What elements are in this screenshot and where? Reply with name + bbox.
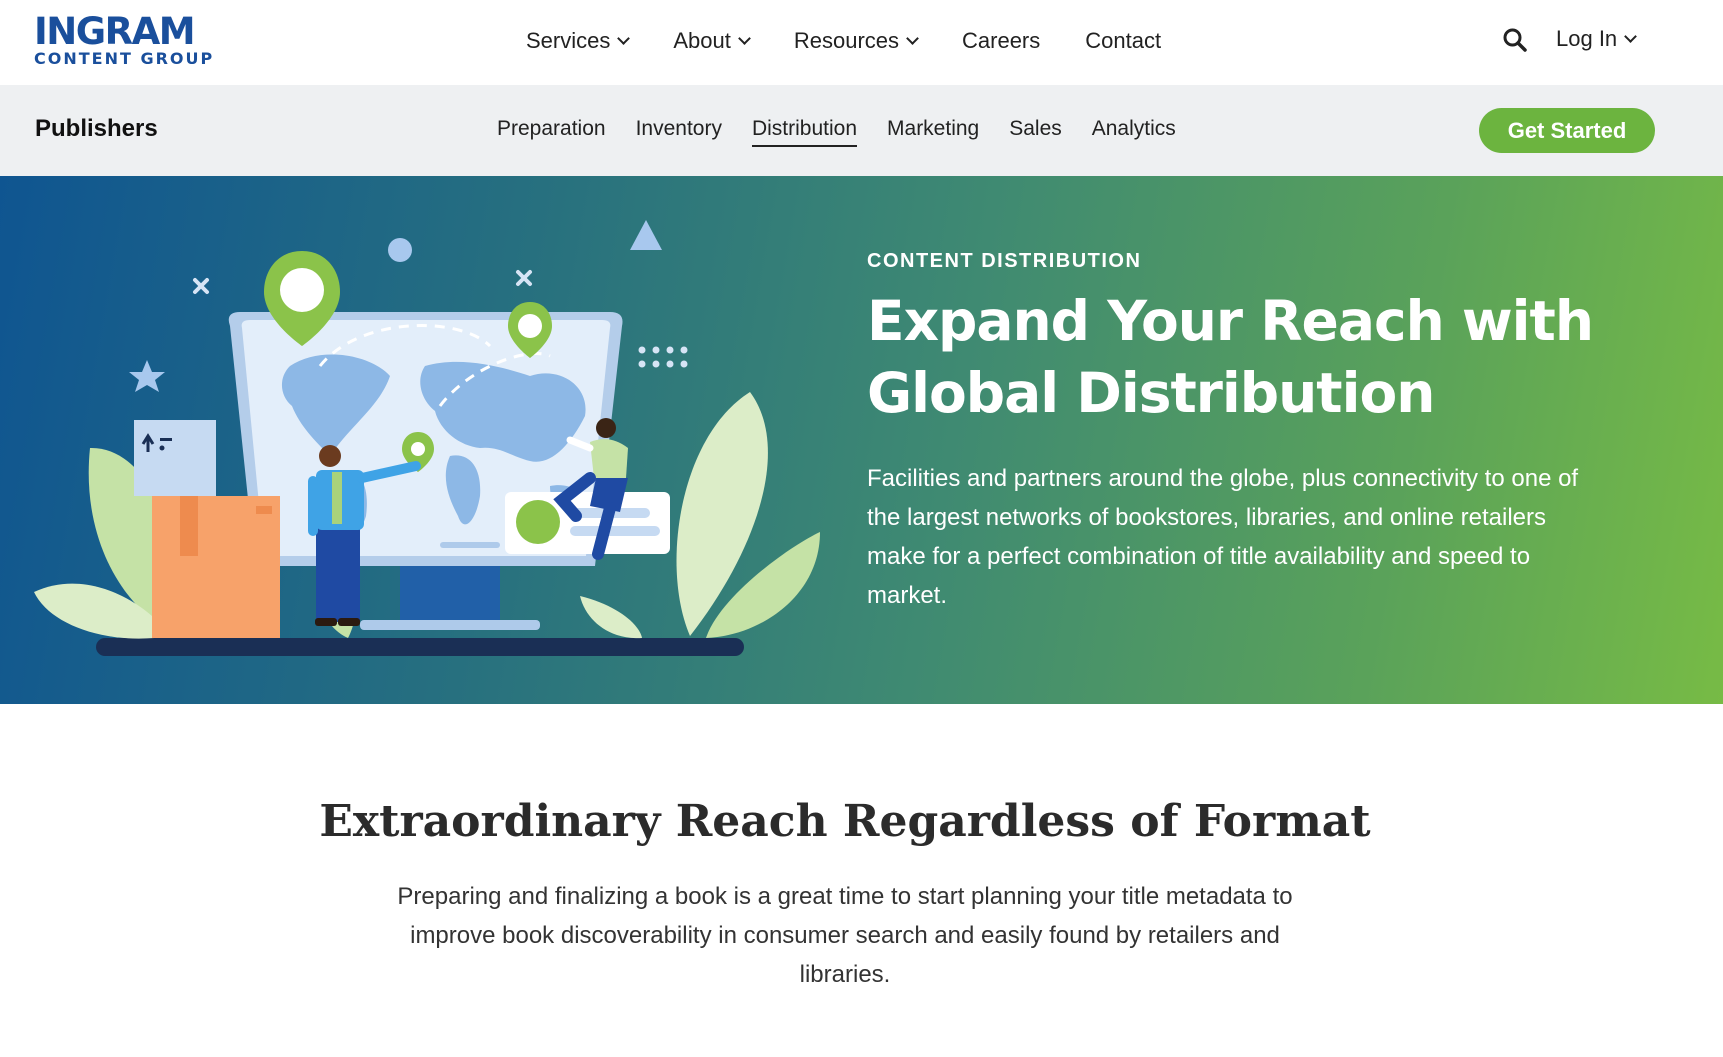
nav-item-label: About [673,28,731,53]
subnav-link-preparation[interactable]: Preparation [497,117,606,147]
login-label: Log In [1556,26,1618,51]
search-icon[interactable] [1502,27,1528,53]
section-description: Preparing and finalizing a book is a gre… [397,883,1293,988]
hero-title-line-1: Expand Your Reach with [867,289,1594,353]
subnav-link-distribution[interactable]: Distribution [751,117,858,147]
nav-item-services[interactable]: Services [526,28,631,54]
nav-item-label: Resources [793,28,900,53]
subnav-link-inventory[interactable]: Inventory [636,117,722,147]
hero-description: Facilities and partners around the globe… [867,465,1579,609]
chevron-down-icon [617,31,631,45]
subnav-link-sales[interactable]: Sales [1009,117,1062,147]
get-started-button[interactable]: Get Started [1479,108,1655,153]
login-button[interactable]: Log In [1556,26,1638,52]
subnav-title[interactable]: Publishers [35,115,158,143]
nav-item-label: Services [526,28,611,53]
main-nav: Services About Resources Careers Contact [526,26,1206,56]
logo-wordmark: INGRAM [34,10,196,53]
global-distribution-illustration [34,220,820,656]
publishers-subnav: Publishers Preparation Inventory Distrib… [0,85,1723,176]
nav-item-label: Contact [1085,28,1162,53]
nav-item-label: Careers [962,28,1041,53]
nav-item-about[interactable]: About [673,28,751,54]
hero-text-block: CONTENT DISTRIBUTION Expand Your Reach w… [867,246,1627,615]
subnav-links: Preparation Inventory Distribution Marke… [497,117,1206,147]
subnav-link-analytics[interactable]: Analytics [1092,117,1176,147]
subnav-link-marketing[interactable]: Marketing [887,117,979,147]
chevron-down-icon [906,31,919,45]
nav-item-careers[interactable]: Careers [962,28,1040,54]
hero-banner: CONTENT DISTRIBUTION Expand Your Reach w… [0,176,1723,704]
hero-eyebrow: CONTENT DISTRIBUTION [867,250,1142,272]
nav-item-contact[interactable]: Contact [1085,28,1161,54]
reach-section: Extraordinary Reach Regardless of Format… [0,704,1723,1057]
logo-subtitle: CONTENT GROUP [34,49,215,68]
chevron-down-icon [737,31,751,45]
hero-title: Expand Your Reach with Global Distributi… [867,285,1627,429]
nav-item-resources[interactable]: Resources [793,28,919,54]
top-header: INGRAM CONTENT GROUP Services About Reso… [0,0,1723,85]
chevron-down-icon [1624,29,1638,43]
section-title: Extraordinary Reach Regardless of Format [319,796,1371,847]
ingram-logo[interactable]: INGRAM CONTENT GROUP [34,10,224,68]
hero-title-line-2: Global Distribution [867,361,1435,425]
